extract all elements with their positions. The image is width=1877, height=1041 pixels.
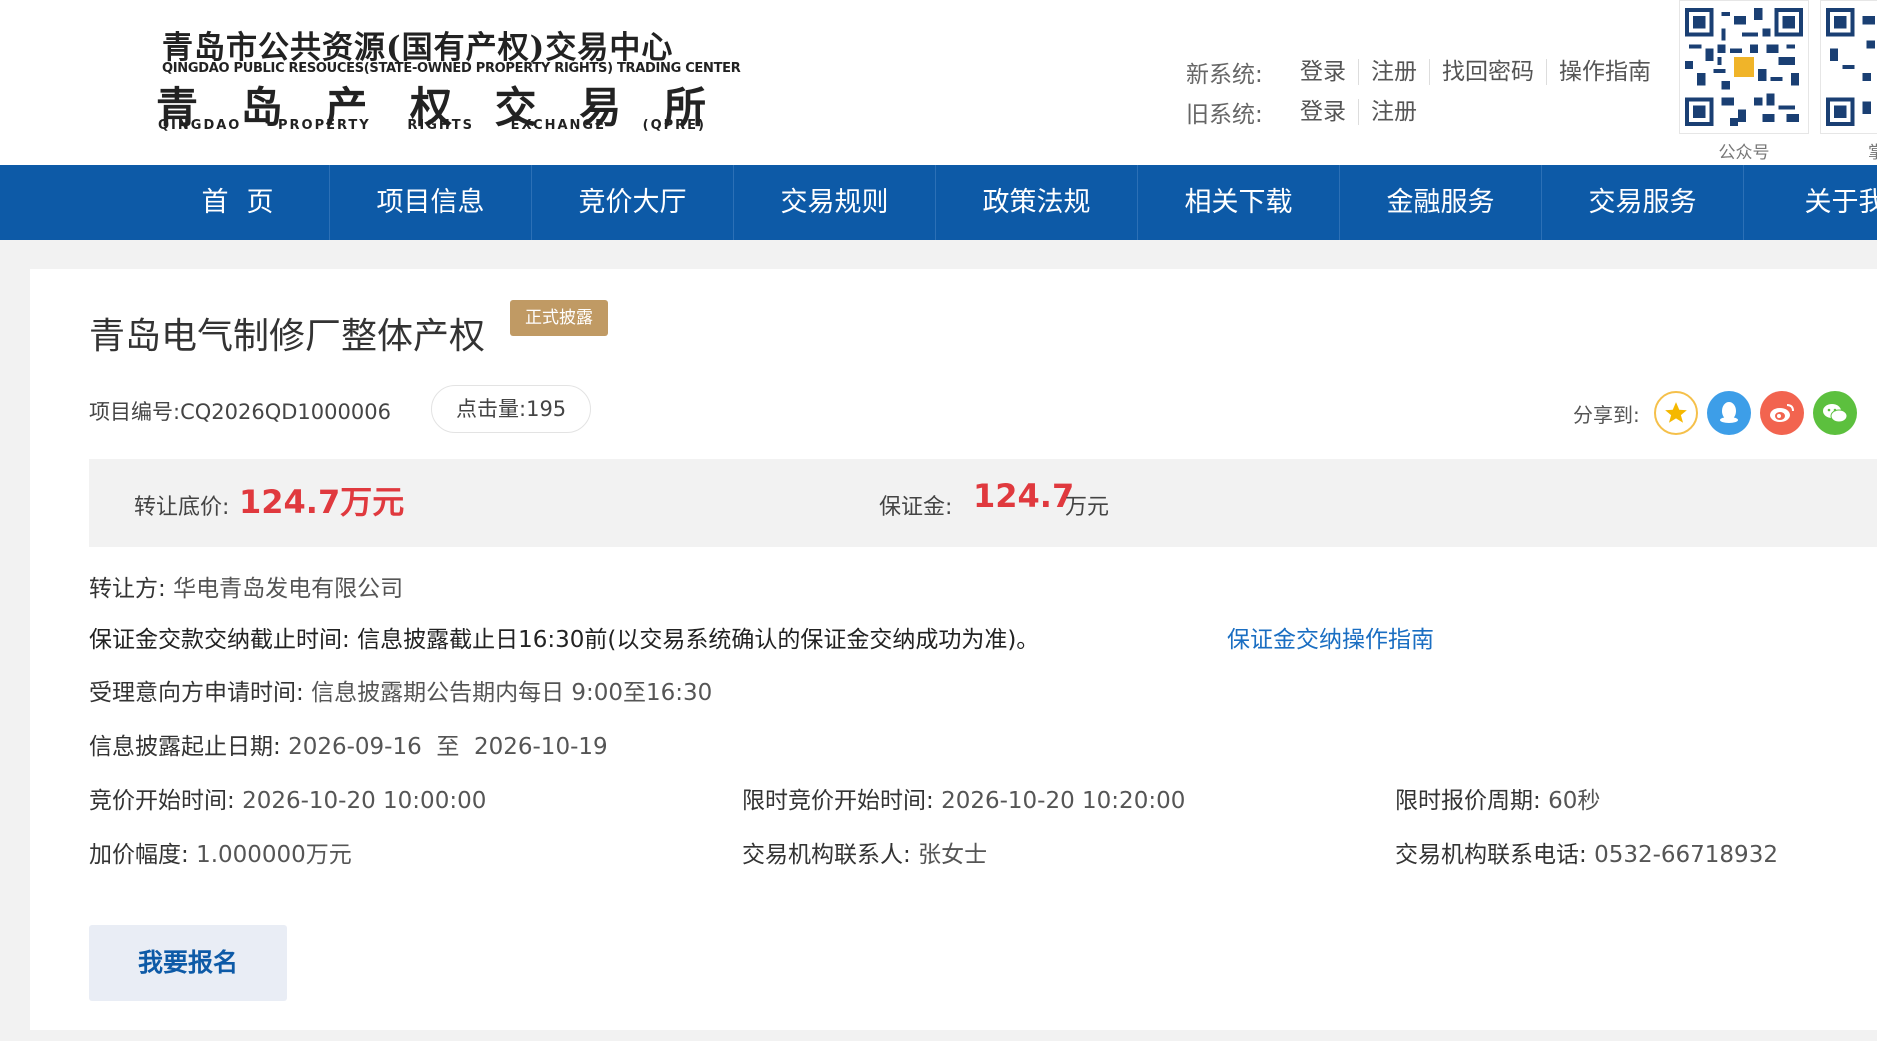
deposit-label: 保证金:	[879, 495, 953, 520]
main-nav: 首页 项目信息 竞价大厅 交易规则 政策法规 相关下载 金融服务 交易服务 关于…	[0, 165, 1877, 240]
price-bar: 转让底价: 124.7万元 保证金: 124.7 万元	[89, 459, 1877, 547]
phone-row: 交易机构联系电话: 0532-66718932	[1395, 835, 1778, 869]
site-header: 青岛市公共资源(国有产权)交易中心 QINGDAO PUBLIC RESOUCE…	[0, 0, 1877, 165]
reserve-price-value: 124.7万元	[239, 483, 405, 521]
deposit-unit: 万元	[1065, 495, 1110, 520]
logo-word: (QPRE)	[642, 118, 706, 133]
qrcode-image	[1820, 0, 1877, 134]
deposit-value: 124.7	[973, 477, 1075, 515]
logo-word: PROPERTY	[277, 118, 371, 133]
new-system-label: 新系统:	[1186, 62, 1263, 88]
deposit-guide-link[interactable]: 保证金交纳操作指南	[1227, 620, 1434, 654]
recover-password-link[interactable]: 找回密码	[1429, 59, 1546, 85]
qzone-star-icon[interactable]	[1653, 391, 1698, 435]
new-system-row: 新系统: 登录 注册 找回密码 操作指南	[1186, 52, 1663, 92]
project-number-value: CQ2026QD1000006	[180, 400, 391, 424]
nav-trading-rules[interactable]: 交易规则	[734, 165, 936, 240]
logo-word: EXCHANGE	[510, 118, 606, 133]
qrcode-caption: 公众号	[1718, 143, 1770, 163]
increment-row: 加价幅度: 1.000000万元	[89, 835, 352, 869]
project-number: 项目编号:CQ2026QD1000006	[89, 396, 391, 426]
qrcode-official-account: 公众号	[1679, 0, 1809, 163]
wechat-icon[interactable]	[1812, 391, 1857, 435]
new-login-link[interactable]: 登录	[1290, 59, 1358, 85]
deposit-deadline-label: 保证金交款交纳截止时间:	[89, 627, 350, 653]
qrcode-image	[1679, 0, 1809, 134]
view-count-value: 195	[526, 397, 567, 421]
bid-start-row: 竞价开始时间: 2026-10-20 10:00:00	[89, 781, 486, 815]
old-register-link[interactable]: 注册	[1358, 99, 1429, 125]
nav-policies[interactable]: 政策法规	[936, 165, 1138, 240]
application-time-row: 受理意向方申请时间: 信息披露期公告期内每日 9:00至16:30	[89, 673, 712, 707]
contact-row: 交易机构联系人: 张女士	[742, 835, 987, 869]
bid-start-label: 竞价开始时间:	[89, 788, 235, 814]
transferor-value: 华电青岛发电有限公司	[173, 576, 404, 602]
timed-bid-start-row: 限时竞价开始时间: 2026-10-20 10:20:00	[742, 781, 1185, 815]
status-badge: 正式披露	[510, 300, 608, 336]
qrcode-caption: 掌上	[1868, 143, 1877, 163]
timed-bid-start-label: 限时竞价开始时间:	[742, 788, 934, 814]
increment-value: 1.000000万元	[196, 842, 352, 868]
timed-cycle-value: 60秒	[1548, 788, 1601, 814]
nav-finance[interactable]: 金融服务	[1340, 165, 1542, 240]
timed-cycle-label: 限时报价周期:	[1395, 788, 1541, 814]
project-title: 青岛电气制修厂整体产权	[89, 316, 486, 357]
phone-value: 0532-66718932	[1594, 842, 1778, 868]
old-system-label: 旧系统:	[1186, 102, 1263, 128]
disclosure-period-label: 信息披露起止日期:	[89, 734, 281, 760]
nav-bidding-hall[interactable]: 竞价大厅	[532, 165, 734, 240]
site-logo[interactable]: 青岛市公共资源(国有产权)交易中心 QINGDAO PUBLIC RESOUCE…	[156, 22, 741, 142]
share-label: 分享到:	[1573, 402, 1640, 427]
nav-downloads[interactable]: 相关下载	[1138, 165, 1340, 240]
project-detail-panel: 青岛电气制修厂整体产权 正式披露 项目编号:CQ2026QD1000006 点击…	[30, 269, 1877, 1030]
qq-icon[interactable]	[1706, 391, 1751, 435]
view-count-label: 点击量:	[456, 397, 527, 421]
phone-label: 交易机构联系电话:	[1395, 842, 1587, 868]
transferor-label: 转让方:	[89, 576, 166, 602]
logo-en-big: QINGDAO PROPERTY RIGHTS EXCHANGE (QPRE)	[158, 118, 706, 133]
deposit-deadline-row: 保证金交款交纳截止时间: 信息披露截止日16:30前(以交易系统确认的保证金交纳…	[89, 620, 1039, 654]
old-login-link[interactable]: 登录	[1290, 99, 1358, 125]
operation-guide-link[interactable]: 操作指南	[1546, 59, 1663, 85]
disclosure-period-value: 2026-09-16 至 2026-10-19	[288, 734, 608, 760]
logo-word: QINGDAO	[158, 118, 242, 133]
contact-value: 张女士	[918, 842, 988, 868]
system-links: 新系统: 登录 注册 找回密码 操作指南 旧系统: 登录 注册	[1186, 52, 1663, 132]
weibo-icon[interactable]	[1759, 391, 1804, 435]
nav-about[interactable]: 关于我	[1744, 165, 1877, 240]
reserve-price-label: 转让底价:	[134, 495, 230, 520]
transferor-row: 转让方: 华电青岛发电有限公司	[89, 569, 403, 603]
nav-trade-services[interactable]: 交易服务	[1542, 165, 1744, 240]
logo-word: RIGHTS	[407, 118, 474, 133]
increment-label: 加价幅度:	[89, 842, 189, 868]
application-time-value: 信息披露期公告期内每日 9:00至16:30	[311, 680, 713, 706]
qrcode-mobile: 掌上	[1820, 0, 1877, 163]
old-system-row: 旧系统: 登录 注册	[1186, 92, 1663, 132]
new-register-link[interactable]: 注册	[1358, 59, 1429, 85]
application-time-label: 受理意向方申请时间:	[89, 680, 304, 706]
nav-home[interactable]: 首页	[150, 165, 330, 240]
project-number-label: 项目编号:	[89, 400, 181, 424]
contact-label: 交易机构联系人:	[742, 842, 911, 868]
signup-button[interactable]: 我要报名	[89, 925, 287, 1001]
view-count: 点击量:195	[431, 385, 592, 433]
nav-project-info[interactable]: 项目信息	[330, 165, 532, 240]
timed-cycle-row: 限时报价周期: 60秒	[1395, 781, 1600, 815]
bid-start-value: 2026-10-20 10:00:00	[242, 788, 487, 814]
timed-bid-start-value: 2026-10-20 10:20:00	[941, 788, 1186, 814]
disclosure-period-row: 信息披露起止日期: 2026-09-16 至 2026-10-19	[89, 727, 608, 761]
deposit-deadline-value: 信息披露截止日16:30前(以交易系统确认的保证金交纳成功为准)。	[357, 627, 1040, 653]
share-bar: 分享到:	[1573, 391, 1866, 435]
